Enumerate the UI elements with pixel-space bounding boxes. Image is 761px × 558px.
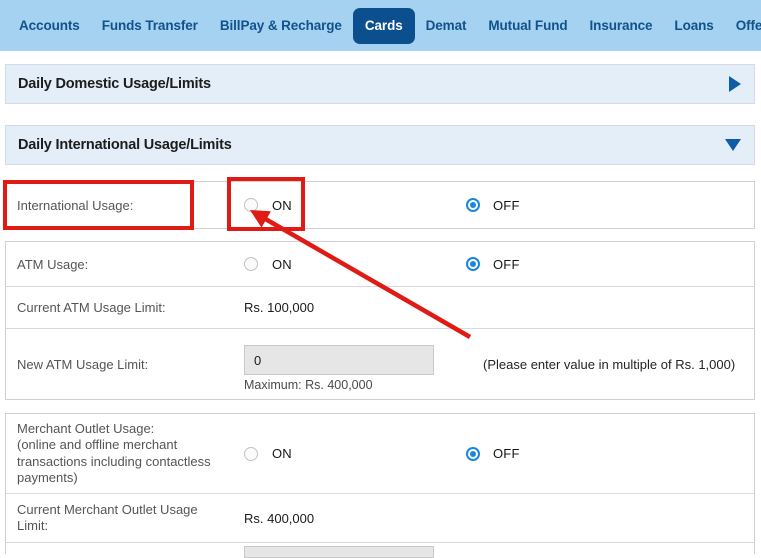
table-row-new-merchant-limit-partial	[6, 541, 754, 558]
panel-international-usage: International Usage: ON OFF	[5, 181, 755, 229]
radio-group-atm-usage-off[interactable]: OFF	[461, 257, 754, 272]
radio-international-usage-on[interactable]	[244, 198, 258, 212]
radio-label-atm-usage-on: ON	[272, 256, 292, 272]
radio-merchant-outlet-on[interactable]	[244, 446, 258, 461]
nav-item-funds-transfer[interactable]: Funds Transfer	[91, 11, 209, 41]
table-row-current-atm-limit: Current ATM Usage Limit: Rs. 100,000	[6, 287, 754, 329]
radio-group-merchant-outlet-off[interactable]: OFF	[461, 446, 754, 461]
accordion-title-daily-domestic: Daily Domestic Usage/Limits	[18, 76, 211, 92]
nav-item-billpay-recharge[interactable]: BillPay & Recharge	[209, 11, 353, 41]
label-merchant-outlet-usage: Merchant Outlet Usage: (online and offli…	[17, 420, 211, 486]
hint-new-atm-limit-wrap: (Please enter value in multiple of Rs. 1…	[461, 357, 754, 372]
label-new-atm-limit: New ATM Usage Limit:	[17, 356, 149, 372]
input-group-new-merchant-limit-partial	[236, 541, 461, 558]
label-atm-usage: ATM Usage:	[17, 256, 89, 272]
radio-group-atm-usage-on[interactable]: ON	[236, 257, 461, 272]
panel-merchant-outlet-usage: Merchant Outlet Usage: (online and offli…	[5, 413, 755, 558]
input-group-new-atm-limit: Maximum: Rs. 400,000	[236, 336, 461, 392]
radio-atm-usage-off[interactable]	[466, 257, 480, 271]
radio-label-merchant-outlet-on: ON	[272, 446, 292, 461]
nav-item-cards[interactable]: Cards	[352, 7, 415, 44]
radio-atm-usage-on[interactable]	[244, 257, 258, 271]
nav-item-offers[interactable]: Offers	[725, 11, 761, 41]
radio-merchant-outlet-off[interactable]	[466, 446, 480, 461]
accordion-header-daily-international[interactable]: Daily International Usage/Limits	[5, 125, 755, 165]
nav-item-loans[interactable]: Loans	[663, 11, 724, 41]
value-current-merchant-limit: Rs. 400,000	[244, 510, 315, 526]
table-row-merchant-outlet-usage: Merchant Outlet Usage: (online and offli…	[6, 414, 754, 494]
radio-label-atm-usage-off: OFF	[493, 256, 520, 272]
label-current-atm-limit: Current ATM Usage Limit:	[17, 300, 166, 315]
table-row-atm-usage: ATM Usage: ON OFF	[6, 242, 754, 287]
top-navigation-bar: Accounts Funds Transfer BillPay & Rechar…	[0, 0, 761, 51]
note-maximum-atm-limit: Maximum: Rs. 400,000	[244, 378, 373, 392]
panel-atm-usage: ATM Usage: ON OFF Current ATM Usage Limi…	[5, 241, 755, 400]
nav-underline-divider	[0, 51, 761, 58]
nav-item-insurance[interactable]: Insurance	[579, 11, 664, 41]
label-international-usage: International Usage:	[17, 197, 134, 213]
value-current-merchant-limit-wrap: Rs. 400,000	[236, 511, 461, 526]
accordion-title-daily-international: Daily International Usage/Limits	[18, 137, 232, 153]
table-row-current-merchant-limit: Current Merchant Outlet Usage Limit: Rs.…	[6, 494, 754, 543]
accordion-header-daily-domestic[interactable]: Daily Domestic Usage/Limits	[5, 64, 755, 104]
radio-label-merchant-outlet-off: OFF	[493, 446, 520, 461]
nav-item-demat[interactable]: Demat	[415, 11, 478, 41]
radio-group-international-usage-on[interactable]: ON	[236, 198, 461, 213]
triangle-down-icon[interactable]	[725, 139, 741, 151]
value-current-atm-limit: Rs. 100,000	[244, 300, 315, 315]
radio-international-usage-off[interactable]	[466, 198, 480, 212]
radio-group-merchant-outlet-on[interactable]: ON	[236, 446, 461, 461]
label-current-merchant-limit: Current Merchant Outlet Usage Limit:	[17, 501, 198, 534]
nav-item-accounts[interactable]: Accounts	[8, 11, 91, 41]
radio-label-international-usage-off: OFF	[493, 197, 520, 213]
new-merchant-limit-input-partial[interactable]	[244, 545, 434, 558]
new-atm-limit-input[interactable]	[244, 345, 434, 375]
table-row-international-usage: International Usage: ON OFF	[6, 182, 754, 228]
radio-label-international-usage-on: ON	[272, 197, 292, 213]
hint-new-atm-limit: (Please enter value in multiple of Rs. 1…	[483, 356, 736, 372]
table-row-new-atm-limit: New ATM Usage Limit: Maximum: Rs. 400,00…	[6, 329, 754, 399]
value-current-atm-limit-wrap: Rs. 100,000	[236, 300, 461, 315]
triangle-right-icon[interactable]	[729, 76, 741, 92]
radio-group-international-usage-off[interactable]: OFF	[461, 198, 754, 213]
nav-item-mutual-fund[interactable]: Mutual Fund	[477, 11, 578, 41]
